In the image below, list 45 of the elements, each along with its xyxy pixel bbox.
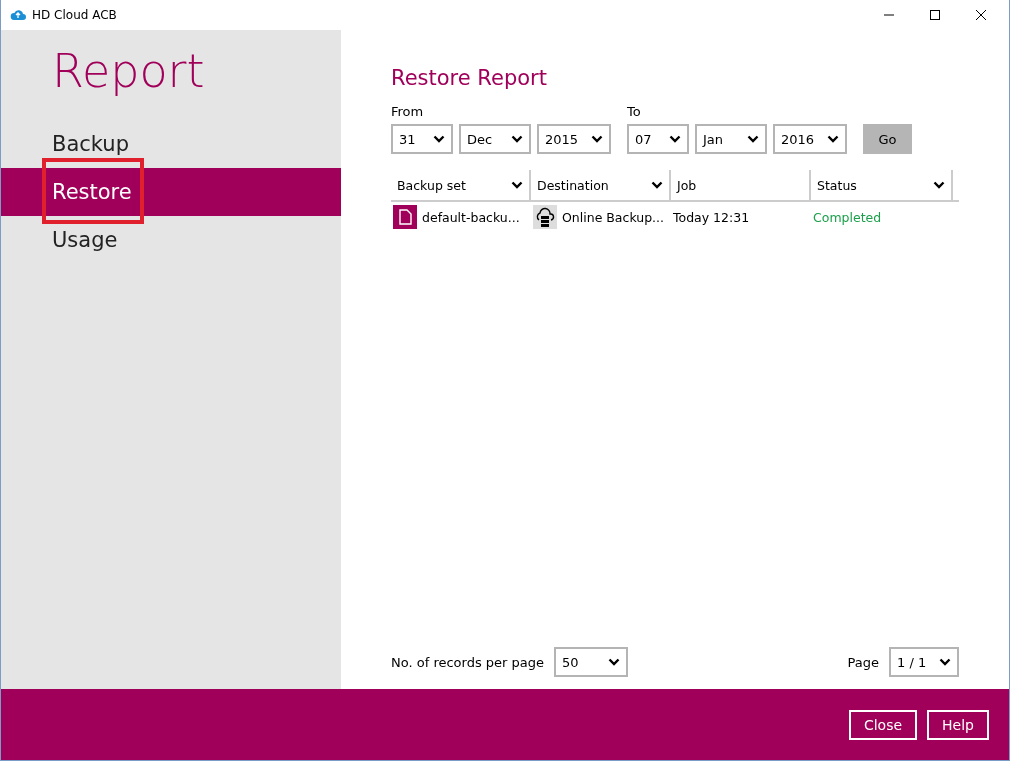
cloud-icon xyxy=(10,9,26,21)
go-button[interactable]: Go xyxy=(863,124,912,154)
document-icon xyxy=(393,205,417,229)
records-label: No. of records per page xyxy=(391,654,544,670)
page-dropdown[interactable]: 1 / 1 xyxy=(889,647,959,677)
close-icon[interactable] xyxy=(975,9,987,21)
chevron-down-icon xyxy=(591,135,603,143)
records-dropdown[interactable]: 50 xyxy=(554,647,628,677)
chevron-down-icon xyxy=(511,181,523,189)
sidebar-item[interactable]: Backup xyxy=(1,120,341,168)
chevron-down-icon xyxy=(433,135,445,143)
page-label: Page xyxy=(847,654,879,670)
chevron-down-icon xyxy=(651,181,663,189)
cloud-server-icon xyxy=(533,205,557,229)
date-dropdown[interactable]: 07 xyxy=(627,124,689,154)
column-header[interactable]: Job xyxy=(671,170,811,200)
status-text: Completed xyxy=(813,209,882,225)
table-cell: default-backu... xyxy=(422,209,520,225)
column-header[interactable]: Status xyxy=(811,170,953,200)
chevron-down-icon xyxy=(933,181,945,189)
table-cell: Today 12:31 xyxy=(673,209,750,225)
chevron-down-icon xyxy=(747,135,759,143)
chevron-down-icon xyxy=(939,658,951,666)
window-title: HD Cloud ACB xyxy=(32,8,117,22)
date-dropdown[interactable]: 2016 xyxy=(773,124,847,154)
chevron-down-icon xyxy=(669,135,681,143)
date-dropdown[interactable]: Jan xyxy=(695,124,767,154)
date-dropdown[interactable]: Dec xyxy=(459,124,531,154)
maximize-icon[interactable] xyxy=(929,9,941,21)
sidebar-item[interactable]: Restore xyxy=(1,168,341,216)
date-label: To xyxy=(627,104,642,119)
column-header[interactable]: Destination xyxy=(531,170,671,200)
footer-button[interactable]: Help xyxy=(927,709,989,740)
sidebar-heading: Report xyxy=(51,43,206,100)
date-label: From xyxy=(391,104,425,119)
date-dropdown[interactable]: 31 xyxy=(391,124,453,154)
column-header[interactable]: Backup set xyxy=(391,170,531,200)
date-dropdown[interactable]: 2015 xyxy=(537,124,611,154)
page-title: Restore Report xyxy=(391,66,548,90)
chevron-down-icon xyxy=(511,135,523,143)
chevron-down-icon xyxy=(608,658,620,666)
table-cell: Online Backup... xyxy=(562,209,665,225)
sidebar-item[interactable]: Usage xyxy=(1,216,341,264)
footer-button[interactable]: Close xyxy=(848,709,918,740)
chevron-down-icon xyxy=(827,135,839,143)
